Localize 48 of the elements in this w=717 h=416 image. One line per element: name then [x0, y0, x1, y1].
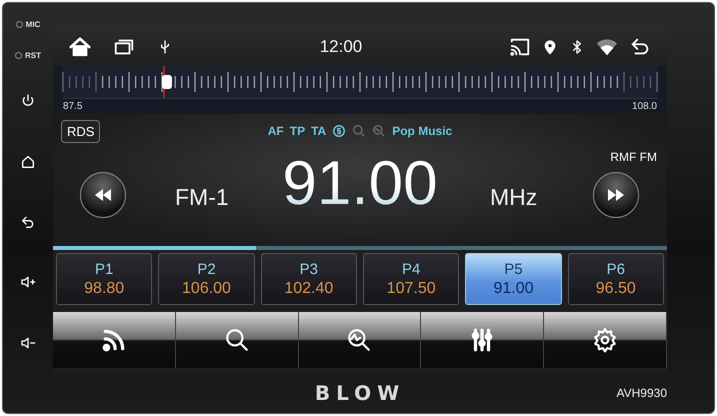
- fast-forward-icon: [607, 189, 625, 201]
- equalizer-button[interactable]: [421, 312, 544, 368]
- preset-button[interactable]: P3 102.40: [260, 253, 357, 305]
- scan-button[interactable]: [298, 312, 422, 368]
- seek-back-button[interactable]: [80, 172, 126, 218]
- rds-flag-label: TP: [290, 124, 306, 138]
- signal-icon[interactable]: [100, 327, 127, 353]
- clock: 12:00: [318, 36, 364, 56]
- back-icon[interactable]: [20, 214, 36, 230]
- volume-up-icon[interactable]: [19, 274, 37, 290]
- rds-toolbar-button[interactable]: [53, 312, 176, 368]
- program-type: Pop Music: [392, 124, 452, 138]
- rewind-icon: [94, 189, 112, 201]
- unit-label: MHz: [490, 184, 538, 211]
- home-icon[interactable]: [69, 36, 91, 58]
- preset-button[interactable]: P6 96.50: [568, 253, 664, 305]
- scale-max-label: 108.0: [632, 101, 657, 112]
- volume-down-icon[interactable]: [19, 334, 37, 351]
- rds-flag-label: TA: [311, 124, 326, 138]
- scale-min-label: 87.5: [63, 101, 82, 112]
- preset-button[interactable]: P2 106.00: [158, 253, 255, 305]
- indicator-led-icon: [15, 52, 22, 60]
- indicator-led-icon: [16, 21, 23, 28]
- scan-icon: [372, 124, 386, 138]
- tuning-track[interactable]: [63, 66, 657, 99]
- rds-button[interactable]: RDS: [61, 120, 100, 143]
- brand-logo: BLOW: [314, 381, 406, 405]
- bezel-label: RST: [25, 51, 41, 60]
- home-icon[interactable]: [20, 154, 36, 170]
- scan-icon[interactable]: [346, 327, 372, 353]
- settings-button[interactable]: [544, 312, 667, 368]
- preset-button[interactable]: P5 91.00: [465, 253, 562, 305]
- bezel-label: MIC: [26, 20, 40, 30]
- seek-forward-button[interactable]: [593, 172, 639, 218]
- subtitle-s-icon: [332, 124, 346, 138]
- band-label: FM-1: [175, 184, 229, 211]
- back-icon[interactable]: [629, 36, 651, 58]
- tuning-thumb[interactable]: [162, 75, 172, 89]
- search-icon[interactable]: [224, 327, 250, 353]
- model-label: AVH9930: [616, 386, 667, 400]
- rds-flag-label: AF: [268, 124, 284, 138]
- settings-icon[interactable]: [592, 327, 618, 353]
- preset-button[interactable]: P4 107.50: [362, 253, 460, 305]
- preset-button[interactable]: P1 98.80: [56, 253, 152, 305]
- station-name: RMF FM: [610, 150, 657, 164]
- equalizer-icon[interactable]: [469, 327, 496, 353]
- search-icon: [352, 124, 366, 138]
- search-button[interactable]: [176, 312, 299, 368]
